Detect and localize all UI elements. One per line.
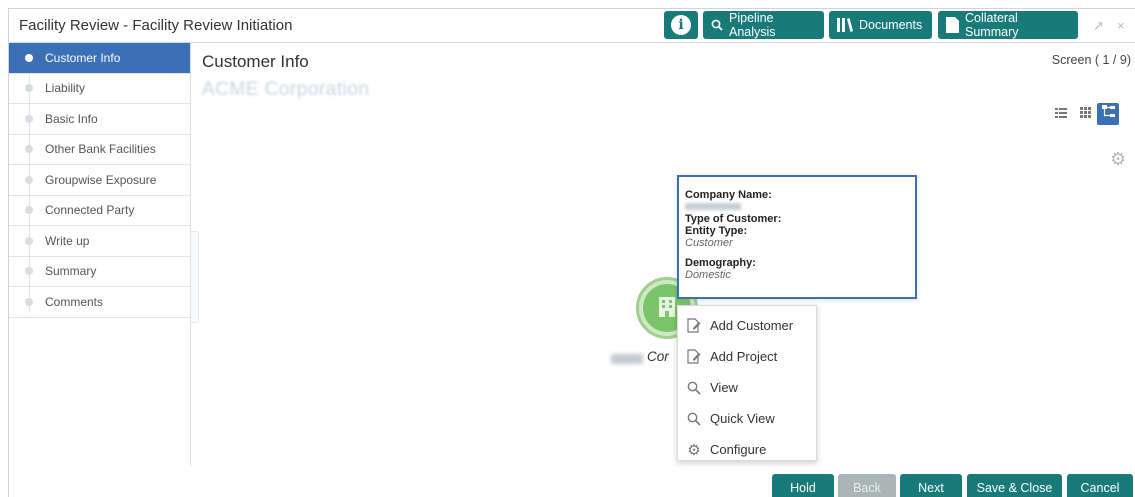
documents-button[interactable]: Documents xyxy=(829,11,932,39)
pipeline-analysis-label: Pipeline Analysis xyxy=(729,11,776,39)
grid-view-icon xyxy=(1079,105,1091,123)
hold-button[interactable]: Hold xyxy=(772,474,834,497)
tooltip-entity-label: Entity Type: xyxy=(685,225,748,237)
sidebar: Customer Info Liability Basic Info Other… xyxy=(9,43,191,466)
step-dot-icon xyxy=(25,145,33,154)
gear-icon: ⚙ xyxy=(687,441,701,459)
menu-item-label: Configure xyxy=(710,442,767,457)
node-label: Cor xyxy=(647,349,669,364)
menu-item-add-project[interactable]: Add Project xyxy=(678,341,816,372)
step-dot-icon xyxy=(25,53,33,62)
settings-gear-icon[interactable]: ⚙ xyxy=(1110,149,1126,170)
menu-item-label: Add Customer xyxy=(710,318,794,333)
search-icon xyxy=(711,19,723,31)
tooltip-company-name-blurred xyxy=(685,203,741,210)
tooltip-company-name-label: Company Name: xyxy=(685,189,772,201)
sidebar-item-label: Comments xyxy=(45,294,104,309)
sidebar-resize-handle[interactable] xyxy=(191,231,199,323)
menu-item-configure[interactable]: ⚙ Configure xyxy=(678,434,816,465)
menu-item-label: Quick View xyxy=(710,411,775,426)
sidebar-item-basic-info[interactable]: Basic Info xyxy=(9,104,190,135)
save-close-button[interactable]: Save & Close xyxy=(967,474,1062,497)
node-label-blurred xyxy=(611,354,643,364)
sidebar-item-label: Customer Info xyxy=(45,50,121,65)
sidebar-item-other-bank-facilities[interactable]: Other Bank Facilities xyxy=(9,135,190,165)
app-window: Facility Review - Facility Review Initia… xyxy=(8,8,1135,497)
step-dot-icon xyxy=(25,175,33,184)
sidebar-item-connected-party[interactable]: Connected Party xyxy=(9,196,190,226)
menu-item-add-customer[interactable]: Add Customer xyxy=(678,310,816,341)
building-icon xyxy=(658,295,676,322)
sidebar-item-customer-info[interactable]: Customer Info xyxy=(9,43,190,74)
grid-view-button[interactable] xyxy=(1074,103,1096,125)
screen-counter: Screen ( 1 / 9) xyxy=(1051,53,1131,67)
tooltip-type-label: Type of Customer: xyxy=(685,213,782,225)
close-icon[interactable]: × xyxy=(1117,18,1125,33)
step-dot-icon xyxy=(25,206,33,215)
sidebar-item-label: Liability xyxy=(45,81,86,96)
list-view-button[interactable] xyxy=(1050,103,1072,125)
edit-icon xyxy=(686,318,702,333)
info-icon: i xyxy=(671,15,691,35)
step-dot-icon xyxy=(25,267,33,276)
info-button[interactable]: i xyxy=(664,11,698,39)
sidebar-item-label: Other Bank Facilities xyxy=(45,142,156,157)
sidebar-item-label: Write up xyxy=(45,233,90,248)
step-dot-icon xyxy=(25,84,33,93)
menu-item-quick-view[interactable]: Quick View xyxy=(678,403,816,434)
library-icon xyxy=(837,18,853,32)
minimize-icon[interactable]: ↗ xyxy=(1093,18,1104,34)
header-bar: Facility Review - Facility Review Initia… xyxy=(9,9,1135,43)
collateral-summary-label: Collateral Summary xyxy=(965,11,1019,39)
menu-item-view[interactable]: View xyxy=(678,372,816,403)
sidebar-item-comments[interactable]: Comments xyxy=(9,287,190,318)
cancel-button[interactable]: Cancel xyxy=(1067,474,1133,497)
collateral-summary-button[interactable]: Collateral Summary xyxy=(938,11,1078,39)
list-view-icon xyxy=(1055,105,1067,123)
page-title: Facility Review - Facility Review Initia… xyxy=(19,17,293,34)
search-icon xyxy=(686,412,702,426)
menu-item-label: Add Project xyxy=(710,349,778,364)
edit-icon xyxy=(686,349,702,364)
footer-actions: Hold Back Next Save & Close Cancel xyxy=(9,470,1135,497)
node-tooltip: Company Name: Type of Customer: Entity T… xyxy=(677,175,917,299)
sidebar-item-label: Basic Info xyxy=(45,111,98,126)
tooltip-entity-value: Customer xyxy=(685,237,733,249)
hierarchy-icon xyxy=(1101,105,1115,123)
step-dot-icon xyxy=(25,297,33,306)
sidebar-item-write-up[interactable]: Write up xyxy=(9,226,190,257)
tooltip-demography-value: Domestic xyxy=(685,269,731,281)
sidebar-item-label: Summary xyxy=(45,264,97,279)
next-button[interactable]: Next xyxy=(900,474,962,497)
step-dot-icon xyxy=(25,114,33,123)
back-button[interactable]: Back xyxy=(838,474,896,497)
tree-view-button[interactable] xyxy=(1097,103,1119,125)
tooltip-demography-label: Demography: xyxy=(685,257,756,269)
menu-item-label: View xyxy=(710,380,738,395)
pipeline-analysis-button[interactable]: Pipeline Analysis xyxy=(703,11,824,39)
node-context-menu: Add Customer Add Project View Quick View… xyxy=(677,305,817,461)
sidebar-item-groupwise-exposure[interactable]: Groupwise Exposure xyxy=(9,165,190,196)
sidebar-item-label: Groupwise Exposure xyxy=(45,172,157,187)
company-name-blurred: ACME Corporation xyxy=(202,79,370,100)
sidebar-item-summary[interactable]: Summary xyxy=(9,257,190,287)
documents-label: Documents xyxy=(859,18,923,32)
step-dot-icon xyxy=(25,236,33,245)
sidebar-item-liability[interactable]: Liability xyxy=(9,74,190,104)
section-title: Customer Info xyxy=(202,52,309,71)
document-icon xyxy=(946,17,959,33)
sidebar-item-label: Connected Party xyxy=(45,203,135,218)
search-icon xyxy=(686,381,702,395)
